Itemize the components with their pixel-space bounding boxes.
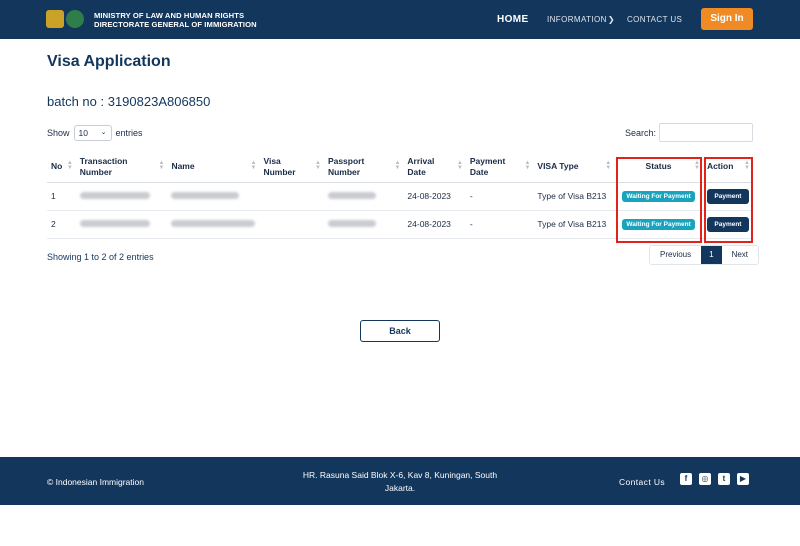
- redacted-text: [79, 220, 150, 227]
- col-header-visa-type[interactable]: VISA Type ▲ ▼: [533, 152, 615, 183]
- previous-page-button[interactable]: Previous: [650, 246, 701, 264]
- cell-no: 2: [47, 210, 76, 239]
- col-header-arrival-date[interactable]: Arrival Date ▲ ▼: [403, 152, 466, 183]
- page-1-button[interactable]: 1: [701, 246, 722, 264]
- cell-arrival-date: 24-08-2023: [403, 182, 466, 211]
- sort-icon: ▲ ▼: [250, 160, 257, 171]
- action-column-highlight: [704, 157, 753, 243]
- table-info: Showing 1 to 2 of 2 entries: [47, 252, 154, 262]
- sort-icon: ▲ ▼: [158, 160, 165, 171]
- footer-copyright: © Indonesian Immigration: [47, 477, 144, 487]
- sort-icon: ▲ ▼: [456, 160, 463, 171]
- cell-passport-number: [323, 182, 404, 211]
- col-header-no[interactable]: No ▲ ▼: [47, 152, 76, 183]
- cell-transaction-number: [75, 210, 168, 239]
- redacted-text: [171, 220, 256, 227]
- entries-select[interactable]: 10 ⌄: [73, 125, 112, 141]
- facebook-icon[interactable]: f: [680, 473, 692, 485]
- page-title: Visa Application: [47, 53, 171, 70]
- sort-icon: ▲ ▼: [394, 160, 401, 171]
- nav-home-link[interactable]: HOME: [497, 14, 529, 25]
- address-line-1: HR. Rasuna Said Blok X-6, Kav 8, Kuninga…: [302, 470, 498, 480]
- cell-payment-date: -: [465, 210, 534, 239]
- col-header-name[interactable]: Name ▲ ▼: [167, 152, 260, 183]
- cell-arrival-date: 24-08-2023: [403, 210, 466, 239]
- redacted-text: [79, 192, 150, 199]
- search-label: Search:: [625, 128, 657, 138]
- pagination: Previous 1 Next: [649, 245, 760, 265]
- cell-visa-number: [259, 182, 324, 211]
- sort-icon: ▲ ▼: [605, 160, 612, 171]
- col-header-visa-number[interactable]: Visa Number ▲ ▼: [259, 152, 324, 183]
- search-input[interactable]: [659, 123, 753, 142]
- cell-visa-number: [259, 210, 324, 239]
- chevron-down-icon: ⌄: [100, 129, 107, 136]
- redacted-text: [327, 192, 376, 199]
- cell-payment-date: -: [465, 182, 534, 211]
- sign-in-button[interactable]: Sign In: [701, 8, 753, 30]
- cell-visa-type: Type of Visa B213: [533, 210, 615, 239]
- organization-name: MINISTRY OF LAW AND HUMAN RIGHTS DIRECTO…: [94, 11, 257, 29]
- footer-address: HR. Rasuna Said Blok X-6, Kav 8, Kuninga…: [290, 469, 510, 495]
- status-column-highlight: [616, 157, 702, 243]
- immigration-seal-icon: [66, 10, 84, 28]
- org-line-2: DIRECTORATE GENERAL OF IMMIGRATION: [94, 20, 257, 29]
- social-links: f ◎ t ▶: [680, 473, 749, 485]
- entries-select-value: 10: [78, 128, 88, 138]
- entries-label: entries: [115, 128, 143, 138]
- twitter-icon[interactable]: t: [718, 473, 730, 485]
- entries-length-control: Show 10 ⌄ entries: [47, 125, 143, 141]
- sort-icon: ▲ ▼: [524, 160, 531, 171]
- back-button[interactable]: Back: [360, 320, 440, 342]
- sort-icon: ▲ ▼: [66, 160, 73, 171]
- next-page-button[interactable]: Next: [722, 246, 758, 264]
- nav-information-label: INFORMATION: [547, 15, 607, 24]
- redacted-text: [171, 192, 240, 199]
- col-header-passport-number[interactable]: Passport Number ▲ ▼: [323, 152, 404, 183]
- nav-contact-link[interactable]: CONTACT US: [627, 15, 682, 24]
- show-label: Show: [47, 128, 70, 138]
- cell-visa-type: Type of Visa B213: [533, 182, 615, 211]
- top-navbar: MINISTRY OF LAW AND HUMAN RIGHTS DIRECTO…: [0, 0, 800, 39]
- address-line-2: Jakarta.: [384, 483, 416, 493]
- nav-information-dropdown[interactable]: INFORMATION❯: [547, 15, 615, 24]
- emblem-icon: [46, 10, 64, 28]
- org-line-1: MINISTRY OF LAW AND HUMAN RIGHTS: [94, 11, 245, 20]
- cell-name: [167, 182, 260, 211]
- col-header-transaction-number[interactable]: Transaction Number ▲ ▼: [75, 152, 168, 183]
- redacted-text: [327, 220, 376, 227]
- youtube-icon[interactable]: ▶: [737, 473, 749, 485]
- chevron-down-icon: ❯: [607, 15, 615, 24]
- cell-transaction-number: [75, 182, 168, 211]
- cell-passport-number: [323, 210, 404, 239]
- footer-contact-link[interactable]: Contact Us: [619, 477, 665, 487]
- instagram-icon[interactable]: ◎: [699, 473, 711, 485]
- cell-name: [167, 210, 260, 239]
- ministry-logo[interactable]: [46, 10, 84, 28]
- sort-icon: ▲ ▼: [314, 160, 321, 171]
- footer: © Indonesian Immigration HR. Rasuna Said…: [0, 457, 800, 505]
- cell-no: 1: [47, 182, 76, 211]
- col-header-payment-date[interactable]: Payment Date ▲ ▼: [465, 152, 534, 183]
- batch-number: batch no : 3190823A806850: [47, 94, 211, 109]
